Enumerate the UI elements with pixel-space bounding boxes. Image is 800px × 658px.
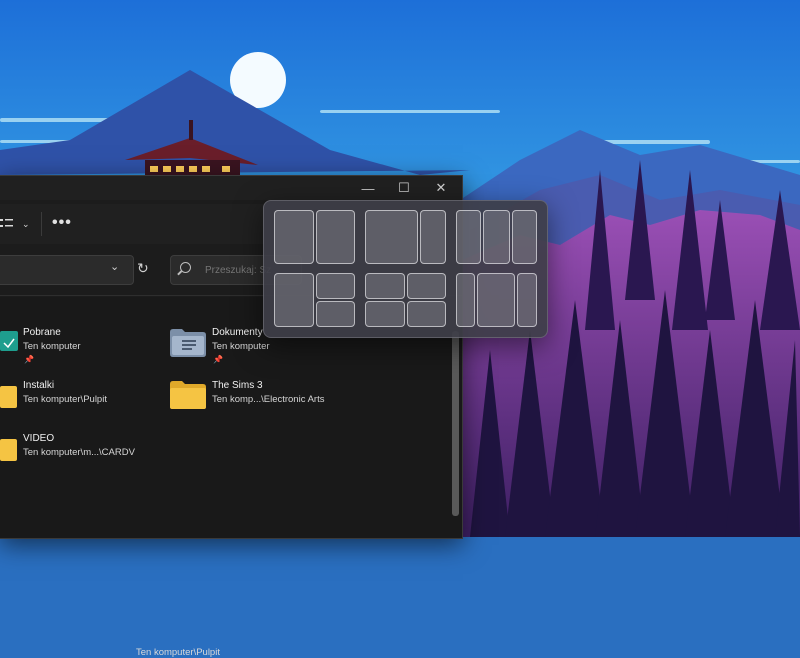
snap-zone[interactable]: [407, 301, 446, 327]
item-name: VIDEO: [23, 433, 55, 444]
close-icon: ✕: [435, 180, 447, 195]
snap-zone[interactable]: [365, 301, 405, 327]
snap-zone[interactable]: [316, 210, 355, 264]
minimize-button[interactable]: —: [353, 178, 383, 198]
snap-zone[interactable]: [456, 210, 481, 264]
pin-icon: 📌: [24, 355, 34, 364]
chevron-down-icon: ⌄: [22, 218, 30, 229]
snap-zone[interactable]: [483, 210, 510, 264]
title-bar[interactable]: — ☐ ✕: [0, 176, 462, 200]
list-item[interactable]: Pobrane Ten komputer 📌: [0, 327, 150, 371]
snap-zone[interactable]: [517, 273, 537, 327]
view-options-button[interactable]: ⌄: [0, 210, 34, 238]
folder-icon: [170, 381, 206, 409]
item-path: Ten komputer\Pulpit: [23, 394, 107, 405]
minimize-icon: —: [361, 180, 375, 196]
snap-zone[interactable]: [456, 273, 475, 327]
snap-zone[interactable]: [365, 210, 418, 264]
refresh-icon[interactable]: ↻: [137, 260, 149, 277]
chevron-down-icon[interactable]: ⌄: [110, 260, 119, 273]
item-name: Instalki: [23, 380, 55, 391]
item-path: Ten komputer\m...\CARDV: [23, 447, 135, 458]
snap-zone[interactable]: [512, 210, 537, 264]
close-button[interactable]: ✕: [426, 178, 456, 198]
snap-zone[interactable]: [274, 210, 314, 264]
item-path: Ten komputer: [212, 341, 270, 352]
snap-layouts-flyout: [263, 200, 548, 338]
vertical-scrollbar[interactable]: [452, 331, 459, 516]
more-options-button[interactable]: •••: [52, 212, 74, 234]
maximize-icon: ☐: [398, 180, 410, 195]
snap-zone[interactable]: [420, 210, 446, 264]
snap-zone[interactable]: [316, 273, 355, 299]
item-name: Pobrane: [23, 327, 61, 338]
folder-icon: [0, 439, 17, 461]
snap-zone[interactable]: [316, 301, 355, 327]
folder-icon: [0, 386, 17, 408]
item-name: The Sims 3: [212, 380, 263, 391]
item-path: Ten komp...\Electronic Arts: [212, 394, 325, 405]
snap-zone[interactable]: [274, 273, 314, 327]
list-item[interactable]: VIDEO Ten komputer\m...\CARDV: [0, 433, 160, 477]
toolbar-separator: [41, 212, 42, 236]
downloads-folder-icon: [0, 331, 18, 351]
list-item[interactable]: The Sims 3 Ten komp...\Electronic Arts: [170, 380, 340, 424]
status-bar-location: Ten komputer\Pulpit: [136, 647, 220, 658]
pin-icon: 📌: [213, 355, 223, 364]
item-name: Dokumenty: [212, 327, 263, 338]
list-item[interactable]: Instalki Ten komputer\Pulpit: [0, 380, 150, 424]
snap-zone[interactable]: [365, 273, 405, 299]
search-icon: [180, 262, 191, 273]
view-options-icon: [0, 219, 13, 227]
documents-folder-icon: [170, 329, 206, 357]
item-path: Ten komputer: [23, 341, 81, 352]
snap-zone[interactable]: [477, 273, 515, 327]
snap-zone[interactable]: [407, 273, 446, 299]
maximize-button[interactable]: ☐: [389, 178, 419, 198]
